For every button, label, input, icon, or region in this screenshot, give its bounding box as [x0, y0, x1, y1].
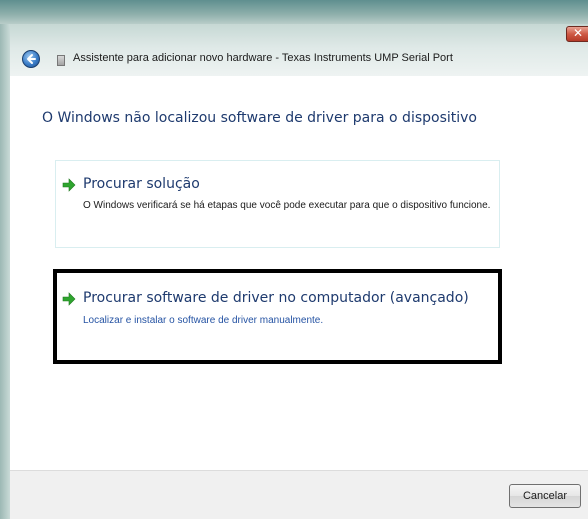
option-browse-driver-description: Localizar e instalar o software de drive…: [83, 315, 324, 326]
option-search-solution-description: O Windows verificará se há etapas que vo…: [83, 200, 491, 211]
option-search-solution-title[interactable]: Procurar solução: [83, 176, 200, 192]
green-arrow-icon: [62, 178, 76, 192]
hardware-icon: [57, 55, 65, 66]
green-arrow-icon: [62, 292, 76, 306]
back-button[interactable]: [22, 50, 40, 68]
option-browse-driver-title[interactable]: Procurar software de driver no computado…: [83, 290, 469, 306]
close-icon: ✕: [573, 26, 584, 40]
page-heading: O Windows não localizou software de driv…: [42, 110, 477, 126]
back-arrow-icon: [27, 54, 36, 64]
wizard-footer: [10, 470, 588, 519]
header-band: [0, 24, 588, 76]
window-frame-left: [0, 24, 10, 519]
close-button[interactable]: ✕: [566, 26, 588, 42]
wizard-window: ✕ Assistente para adicionar novo hardwar…: [0, 0, 588, 519]
cancel-button[interactable]: Cancelar: [509, 484, 581, 508]
title-bar: [0, 0, 588, 24]
window-title: Assistente para adicionar novo hardware …: [73, 52, 453, 64]
